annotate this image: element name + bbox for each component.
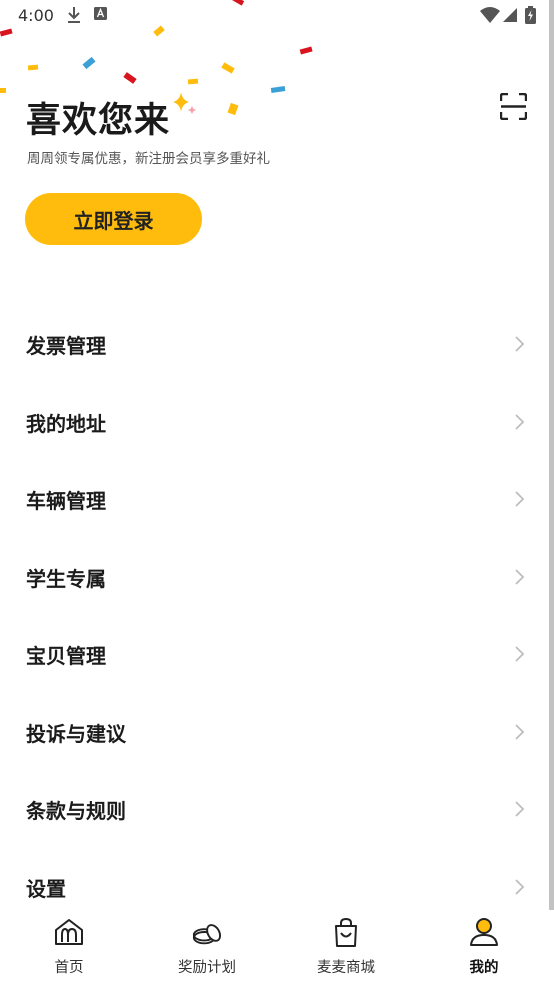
tab-rewards[interactable]: 奖励计划 (138, 910, 276, 984)
tab-label: 麦麦商城 (317, 960, 375, 976)
menu-item-label: 学生专属 (26, 566, 106, 591)
shopping-bag-icon (335, 917, 357, 947)
login-button[interactable]: 立即登录 (25, 193, 202, 245)
chevron-right-icon (515, 336, 525, 352)
promo-subtitle: 周周领专属优惠，新注册会员享多重好礼 (27, 151, 270, 167)
chevron-right-icon (515, 491, 525, 507)
scan-icon[interactable] (500, 93, 527, 120)
download-icon (68, 7, 80, 23)
header: 喜欢您来 (26, 92, 170, 143)
status-time: 4:00 (18, 6, 54, 25)
tab-mall[interactable]: 麦麦商城 (277, 910, 415, 984)
tab-label: 奖励计划 (178, 960, 236, 976)
keyboard-a-icon (94, 7, 107, 20)
coins-icon (192, 924, 221, 945)
menu-item-label: 投诉与建议 (26, 721, 126, 746)
menu-item-label: 我的地址 (26, 411, 106, 436)
settings-menu: 发票管理 我的地址 车辆管理 学生专属 宝贝管理 投诉与建议 条款与规则 设置 (0, 305, 548, 925)
menu-item-label: 车辆管理 (26, 489, 106, 513)
chevron-right-icon (515, 801, 525, 817)
wifi-icon (480, 7, 500, 23)
chevron-right-icon (515, 723, 525, 740)
menu-item-label: 条款与规则 (26, 799, 126, 823)
tab-label: 我的 (469, 960, 499, 976)
scrollbar[interactable] (549, 0, 554, 910)
status-bar: 4:00 (0, 0, 554, 30)
menu-item-feedback[interactable]: 投诉与建议 (0, 693, 548, 771)
chevron-right-icon (515, 413, 525, 430)
tab-label: 首页 (54, 960, 84, 976)
menu-item-student[interactable]: 学生专属 (0, 538, 548, 616)
menu-item-label: 设置 (26, 876, 66, 901)
menu-item-terms[interactable]: 条款与规则 (0, 770, 548, 848)
menu-item-invoice[interactable]: 发票管理 (0, 305, 548, 383)
menu-item-label: 宝贝管理 (26, 644, 106, 668)
menu-item-baby[interactable]: 宝贝管理 (0, 615, 548, 693)
profile-icon (470, 918, 498, 946)
menu-item-vehicle[interactable]: 车辆管理 (0, 460, 548, 538)
signal-icon (503, 8, 517, 22)
chevron-right-icon (515, 878, 525, 895)
tab-home[interactable]: 首页 (0, 910, 138, 984)
battery-charging-icon (525, 6, 536, 24)
chevron-right-icon (515, 568, 525, 585)
bottom-tab-bar: 首页 奖励计划 麦麦商城 我的 (0, 910, 554, 984)
page-title: 喜欢您来 (26, 101, 171, 141)
chevron-right-icon (515, 646, 525, 662)
home-arch-icon (55, 919, 83, 945)
menu-item-label: 发票管理 (26, 334, 106, 358)
tab-mine[interactable]: 我的 (415, 910, 553, 984)
menu-item-address[interactable]: 我的地址 (0, 383, 548, 461)
